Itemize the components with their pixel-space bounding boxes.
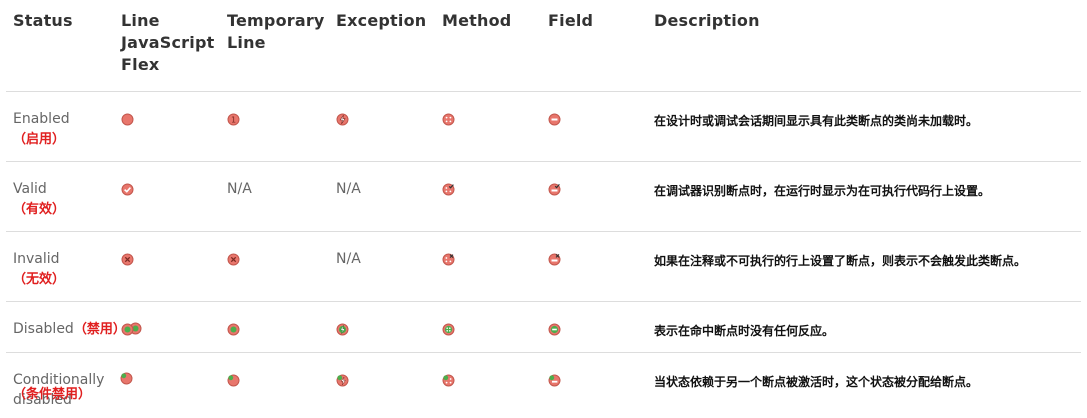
- not-applicable-text: N/A: [227, 181, 252, 197]
- header-description: Description: [647, 0, 1081, 92]
- status-cell: Invalid （无效）: [6, 232, 114, 302]
- invalid-method-icon: [442, 253, 455, 266]
- table-row-enabled: Enabled （启用） 1: [6, 92, 1081, 162]
- description-text: 在设计时或调试会话期间显示具有此类断点的类尚未加载时。: [654, 109, 1074, 131]
- status-label-zh-conditional: （条件禁用）: [13, 383, 91, 405]
- disabled-field-icon: [548, 323, 561, 336]
- invalid-line-icon: [121, 253, 134, 266]
- description-text: 表示在命中断点时没有任何反应。: [654, 319, 1074, 341]
- status-label-en: Disabled: [13, 321, 74, 337]
- not-applicable-text: N/A: [336, 251, 361, 267]
- invalid-temporary-line-icon: [227, 253, 240, 266]
- disabled-temporary-line-icon: [227, 323, 240, 336]
- description-text: 在调试器识别断点时，在运行时显示为在可执行代码行上设置。: [654, 179, 1074, 201]
- invalid-field-icon: [548, 253, 561, 266]
- enabled-method-icon: [442, 113, 455, 126]
- svg-text:1: 1: [231, 116, 236, 125]
- status-label-zh: （有效）: [13, 202, 65, 217]
- not-applicable-text: N/A: [336, 181, 361, 197]
- status-cell: Valid （有效）: [6, 162, 114, 232]
- valid-field-icon: [548, 183, 561, 196]
- enabled-field-icon: [548, 113, 561, 126]
- enabled-line-icon: [121, 113, 134, 126]
- disabled-method-icon: [442, 323, 455, 336]
- status-cell: Disabled（禁用）: [6, 302, 114, 353]
- header-temporary-line: Temporary Line: [220, 0, 329, 92]
- conditionally-disabled-field-icon: [548, 374, 561, 387]
- enabled-exception-icon: [336, 113, 349, 126]
- valid-method-icon: [442, 183, 455, 196]
- description-text: 当状态依赖于另一个断点被激活时，这个状态被分配给断点。: [654, 370, 1074, 392]
- header-field: Field: [541, 0, 647, 92]
- enabled-temporary-line-icon: 1: [227, 113, 240, 126]
- conditionally-disabled-method-icon: [442, 374, 455, 387]
- disabled-exception-icon: [336, 323, 349, 336]
- status-cell: Enabled （启用）: [6, 92, 114, 162]
- status-label-zh: （禁用）: [74, 322, 126, 337]
- header-status: Status: [6, 0, 114, 92]
- conditionally-disabled-line-icon: [120, 372, 133, 385]
- description-text: 如果在注释或不可执行的行上设置了断点，则表示不会触发此类断点。: [654, 249, 1074, 271]
- status-label-zh: （无效）: [13, 272, 65, 287]
- table-row-valid: Valid （有效） N/A N/A: [6, 162, 1081, 232]
- status-label-zh: （条件禁用）: [13, 387, 91, 402]
- table-row-invalid: Invalid （无效） N/A: [6, 232, 1081, 302]
- conditionally-disabled-temporary-line-icon: [227, 374, 240, 387]
- table-row-conditionally-disabled: Conditionally disabled: [6, 353, 1081, 418]
- status-label-en: Valid: [13, 179, 107, 199]
- header-exception: Exception: [329, 0, 435, 92]
- valid-line-icon: [121, 183, 134, 196]
- table-row-disabled: Disabled（禁用）: [6, 302, 1081, 353]
- breakpoint-types-table: Status Line JavaScript Flex Temporary Li…: [6, 0, 1081, 418]
- status-label-en: Enabled: [13, 109, 107, 129]
- status-label-zh: （启用）: [13, 132, 65, 147]
- header-method: Method: [435, 0, 541, 92]
- disabled-line-icon: [121, 323, 134, 336]
- status-label-en: Invalid: [13, 249, 107, 269]
- header-line: Line JavaScript Flex: [114, 0, 220, 92]
- conditionally-disabled-exception-icon: [336, 374, 349, 387]
- table-header-row: Status Line JavaScript Flex Temporary Li…: [6, 0, 1081, 92]
